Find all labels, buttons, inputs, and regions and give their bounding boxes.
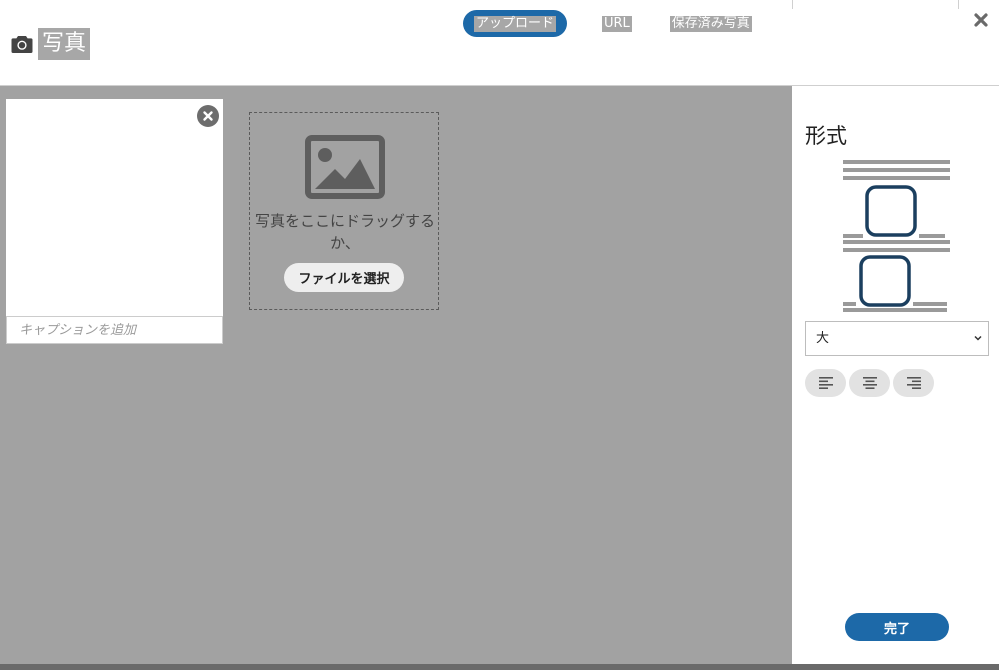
photo-dialog: 写真 アップロード URL 保存済み写真 キャプションを追加 写真をここにドラッ… — [0, 0, 999, 670]
tab-saved-photos-label: 保存済み写真 — [669, 15, 752, 32]
align-right-icon — [906, 377, 921, 389]
camera-icon — [11, 36, 33, 53]
header-divider — [958, 0, 959, 9]
remove-photo-button[interactable] — [197, 105, 219, 127]
remove-circle-icon — [203, 111, 213, 121]
photo-preview — [6, 99, 223, 317]
drop-instructions: 写真をここにドラッグするか、 — [254, 212, 435, 252]
bottom-edge — [0, 664, 999, 670]
source-tabs: アップロード URL 保存済み写真 — [463, 10, 752, 37]
format-illustration — [843, 160, 950, 312]
title-group: 写真 — [10, 28, 91, 60]
drop-zone[interactable]: 写真をここにドラッグするか、 ファイルを選択 — [249, 112, 439, 310]
tab-upload-label: アップロード — [473, 15, 556, 32]
close-icon[interactable] — [973, 12, 989, 28]
align-left-icon — [818, 377, 833, 389]
header-divider — [792, 0, 793, 9]
dialog-header: 写真 アップロード URL 保存済み写真 — [0, 0, 999, 86]
format-title: 形式 — [805, 124, 847, 148]
tab-upload[interactable]: アップロード — [463, 10, 567, 37]
dialog-title: 写真 — [38, 28, 91, 60]
done-button[interactable]: 完了 — [845, 613, 949, 641]
upload-area: 写真をここにドラッグするか、 ファイルを選択 — [0, 86, 792, 664]
image-icon — [305, 135, 385, 199]
align-right-button[interactable] — [893, 369, 934, 397]
format-panel: 形式 大 完了 — [792, 86, 999, 664]
align-center-button[interactable] — [849, 369, 890, 397]
tab-saved-photos[interactable]: 保存済み写真 — [669, 10, 752, 37]
tab-url-label: URL — [602, 15, 632, 32]
caption-input[interactable] — [6, 316, 223, 344]
choose-file-button[interactable]: ファイルを選択 — [284, 263, 404, 292]
alignment-buttons — [805, 369, 937, 397]
tab-url[interactable]: URL — [602, 10, 632, 37]
size-select[interactable]: 大 — [805, 321, 989, 356]
align-left-button[interactable] — [805, 369, 846, 397]
align-center-icon — [862, 377, 877, 389]
